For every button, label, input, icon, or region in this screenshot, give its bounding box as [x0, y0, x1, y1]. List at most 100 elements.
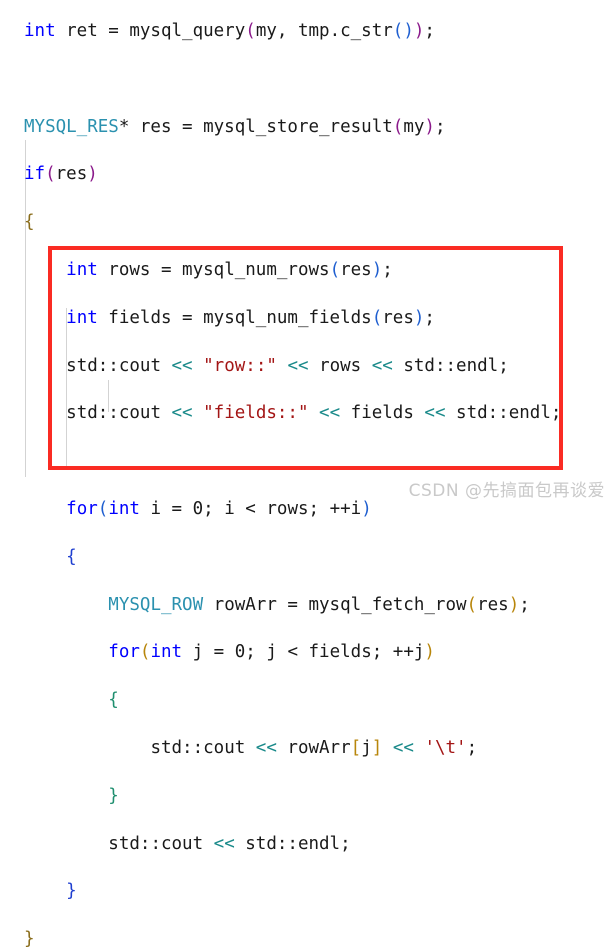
token-plain: ;: [424, 21, 435, 41]
token-operator-shift: <<: [424, 403, 446, 424]
token-bracket: (: [371, 307, 383, 328]
token-plain: std::cout: [66, 355, 172, 376]
token-bracket: ): [424, 642, 435, 663]
code-line-4[interactable]: if(res): [0, 163, 613, 187]
token-plain: std::endl: [392, 355, 499, 376]
token-operator-shift: <<: [255, 737, 277, 758]
token-plain: std::cout: [66, 403, 172, 424]
indent-guide-level-2: [66, 308, 67, 466]
token-bracket: ): [371, 259, 383, 280]
code-line-11[interactable]: for(int i = 0; i < rows; ++i): [0, 498, 613, 522]
token-brace-close: }: [24, 929, 35, 950]
code-line-5[interactable]: {: [0, 211, 613, 235]
code-line-3[interactable]: MYSQL_RES* res = mysql_store_result(my);: [0, 116, 613, 140]
token-plain: res: [382, 307, 414, 328]
token-brace-close: }: [108, 785, 119, 806]
code-line-16[interactable]: std::cout << rowArr[j] << '\t';: [0, 737, 613, 761]
token-plain: res: [55, 164, 88, 185]
token-keyword-for: for: [66, 498, 98, 519]
token-bracket: (: [392, 116, 404, 137]
token-bracket: ): [508, 594, 520, 615]
token-plain: j: [361, 737, 372, 758]
token-bracket: ): [413, 307, 425, 328]
code-line-17[interactable]: }: [0, 785, 613, 809]
token-plain: res: [477, 594, 509, 615]
code-line-19[interactable]: }: [0, 880, 613, 904]
code-line-1[interactable]: int ret = mysql_query(my, tmp.c_str());: [0, 20, 613, 44]
token-operator-shift: <<: [213, 833, 235, 854]
token-type-mysql-res: MYSQL_RES: [24, 116, 119, 137]
token-plain: std::endl: [234, 833, 341, 854]
token-bracket: (: [139, 642, 151, 663]
token-brace-open: {: [66, 546, 77, 567]
token-bracket: ): [361, 498, 372, 519]
code-editor-canvas: int ret = mysql_query(my, tmp.c_str()); …: [0, 0, 613, 949]
token-plain: rowArr = mysql_fetch_row: [203, 594, 467, 615]
code-line-6[interactable]: int rows = mysql_num_rows(res);: [0, 259, 613, 283]
token-plain: rows: [308, 355, 372, 376]
token-plain: * res = mysql_store_result: [118, 116, 393, 137]
token-bracket: ): [403, 21, 414, 41]
token-bracket: ): [87, 164, 98, 185]
code-line-8[interactable]: std::cout << "row::" << rows << std::end…: [0, 355, 613, 379]
token-type-mysql-row: MYSQL_ROW: [108, 594, 204, 615]
token-plain: std::endl: [445, 403, 551, 424]
token-operator-shift: <<: [392, 737, 414, 758]
code-line-2-blank[interactable]: [0, 68, 613, 92]
token-keyword-int: int: [66, 307, 98, 328]
token-plain: ; i < rows; ++i: [203, 498, 362, 519]
token-plain: ; j < fields; ++j: [245, 642, 425, 663]
token-plain: res: [340, 259, 372, 280]
code-line-9[interactable]: std::cout << "fields::" << fields << std…: [0, 402, 613, 426]
token-operator-shift: <<: [171, 355, 193, 376]
token-plain: ;: [550, 403, 562, 424]
token-keyword-if: if: [24, 164, 46, 185]
token-brace-close: }: [66, 881, 77, 902]
code-lines-container[interactable]: int ret = mysql_query(my, tmp.c_str()); …: [0, 8, 613, 949]
token-keyword-int: int: [24, 21, 56, 41]
code-line-15[interactable]: {: [0, 689, 613, 713]
token-plain: rows = mysql_num_rows: [97, 259, 330, 280]
token-operator-shift: <<: [287, 355, 309, 376]
code-line-12[interactable]: {: [0, 546, 613, 570]
token-plain: i =: [139, 498, 193, 519]
code-line-18[interactable]: std::cout << std::endl;: [0, 833, 613, 857]
token-plain: ;: [498, 355, 509, 376]
token-plain: ;: [340, 833, 351, 854]
token-bracket: (: [392, 21, 404, 41]
token-string-row: "row::": [203, 355, 277, 376]
token-bracket: ]: [371, 737, 383, 758]
token-bracket: (: [245, 21, 256, 41]
token-keyword-for: for: [108, 642, 140, 663]
code-line-10-blank[interactable]: [0, 450, 613, 474]
csdn-watermark: CSDN @先搞面包再谈爱: [408, 481, 605, 501]
code-line-7[interactable]: int fields = mysql_num_fields(res);: [0, 307, 613, 331]
token-string-fields: "fields::": [203, 403, 309, 424]
token-bracket: (: [329, 259, 341, 280]
token-plain: ;: [519, 594, 530, 615]
token-plain: ;: [434, 116, 446, 137]
token-plain: ;: [424, 307, 435, 328]
token-plain: std::cout: [108, 833, 214, 854]
token-operator-shift: <<: [371, 355, 393, 376]
token-plain: ret = mysql_query: [55, 21, 246, 41]
token-plain: fields = mysql_num_fields: [97, 307, 372, 328]
token-number: 0: [192, 498, 204, 519]
token-operator-shift: <<: [171, 403, 193, 424]
token-bracket: [: [350, 737, 362, 758]
token-brace-open: {: [108, 690, 119, 711]
token-keyword-int: int: [108, 498, 140, 519]
code-line-14[interactable]: for(int j = 0; j < fields; ++j): [0, 641, 613, 665]
code-line-13[interactable]: MYSQL_ROW rowArr = mysql_fetch_row(res);: [0, 594, 613, 618]
token-plain: my, tmp.c_str: [255, 21, 393, 41]
token-bracket: ): [413, 21, 425, 41]
code-line-20[interactable]: }: [0, 928, 613, 952]
token-char-tab: '\t': [424, 737, 467, 758]
token-plain: j =: [182, 642, 235, 663]
